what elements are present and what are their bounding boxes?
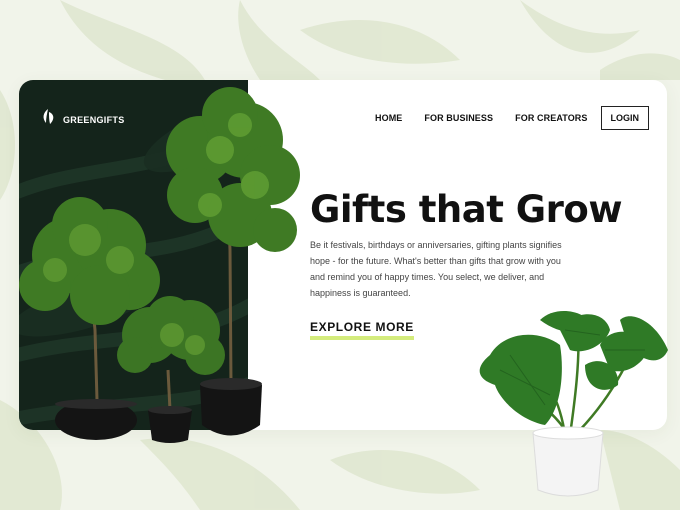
hero-description-line: and remind you of happy times. You selec… [310, 272, 545, 282]
nav-home[interactable]: HOME [375, 113, 402, 123]
dark-leaf-panel: GREENGIFTS [19, 80, 248, 430]
hero-title: Gifts that Grow [310, 188, 623, 231]
hero-description-line: happiness is guaranteed. [310, 288, 411, 298]
cta-underline [310, 336, 414, 340]
brand-name: GREENGIFTS [63, 114, 125, 125]
explore-more-button[interactable]: EXPLORE MORE [310, 320, 414, 337]
hero-description-line: hope - for the future. What's better tha… [310, 256, 561, 266]
brand-logo[interactable]: GREENGIFTS [40, 108, 125, 131]
login-button[interactable]: LOGIN [600, 106, 649, 130]
hero-description-line: Be it festivals, birthdays or anniversar… [310, 240, 562, 250]
leaf-icon [40, 108, 56, 131]
top-nav: HOME FOR BUSINESS FOR CREATORS LOGIN [375, 106, 649, 130]
hero-description: Be it festivals, birthdays or anniversar… [310, 237, 580, 301]
hero-card: GREENGIFTS HOME FOR BUSINESS FOR CREATOR… [19, 80, 667, 430]
dark-leaf-texture [19, 107, 248, 426]
nav-for-business[interactable]: FOR BUSINESS [424, 113, 493, 123]
nav-for-creators[interactable]: FOR CREATORS [515, 113, 587, 123]
